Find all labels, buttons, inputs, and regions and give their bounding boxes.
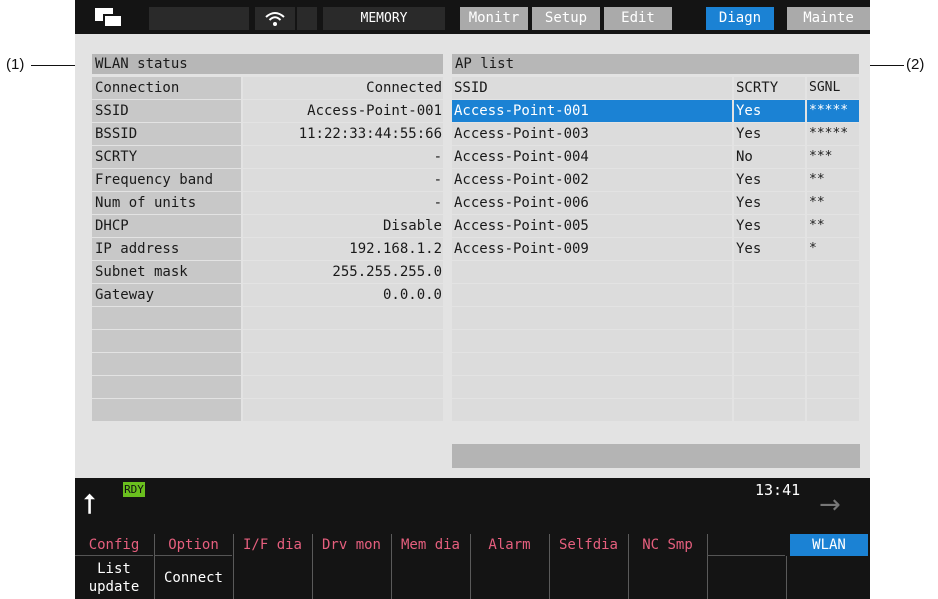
wlan-value: Access-Point-001 bbox=[243, 100, 443, 122]
softkey-empty[interactable] bbox=[391, 556, 469, 599]
wlan-label: Num of units bbox=[92, 192, 241, 214]
wlan-label: SCRTY bbox=[92, 146, 241, 168]
menu-option[interactable]: Option bbox=[154, 534, 232, 556]
wlan-value: Disable bbox=[243, 215, 443, 237]
window-switch-icon[interactable] bbox=[95, 8, 123, 28]
wlan-value: - bbox=[243, 146, 443, 168]
wlan-label: IP address bbox=[92, 238, 241, 260]
wlan-label: Subnet mask bbox=[92, 261, 241, 283]
callout-1: (1) bbox=[6, 56, 25, 73]
softkey-empty[interactable] bbox=[628, 556, 706, 599]
softkey-empty[interactable] bbox=[312, 556, 390, 599]
wlan-value: 11:22:33:44:55:66 bbox=[243, 123, 443, 145]
ap-ssid: Access-Point-009 bbox=[452, 238, 732, 260]
topbar-blank-1 bbox=[149, 7, 249, 30]
ap-ssid: Access-Point-004 bbox=[452, 146, 732, 168]
mode-display: MEMORY bbox=[323, 7, 445, 30]
ap-sgnl: *** bbox=[807, 146, 859, 168]
ap-scrty: Yes bbox=[734, 238, 805, 260]
topbar-blank-2 bbox=[297, 7, 317, 30]
menu-selfdia[interactable]: Selfdia bbox=[549, 534, 627, 556]
ap-list-title: AP list bbox=[452, 54, 859, 74]
ap-scrty: Yes bbox=[734, 192, 805, 214]
ap-scrty: Yes bbox=[734, 169, 805, 191]
list-update-button[interactable]: List update bbox=[75, 556, 153, 599]
tab-setup[interactable]: Setup bbox=[532, 7, 600, 30]
wlan-label: Connection bbox=[92, 77, 241, 99]
header-sgnl: SGNL bbox=[807, 77, 859, 99]
wlan-value: 255.255.255.0 bbox=[243, 261, 443, 283]
menu-next-arrow-icon[interactable]: → bbox=[819, 490, 841, 520]
softkey-empty[interactable] bbox=[786, 556, 864, 599]
ap-sgnl: ***** bbox=[807, 100, 859, 122]
menu-drv-mon[interactable]: Drv mon bbox=[312, 534, 390, 556]
menu-alarm[interactable]: Alarm bbox=[470, 534, 548, 556]
nc-screen: MEMORY Monitr Setup Edit Diagn Mainte WL… bbox=[75, 0, 870, 599]
wlan-value: 192.168.1.2 bbox=[243, 238, 443, 260]
ap-scrty: Yes bbox=[734, 123, 805, 145]
ap-ssid: Access-Point-001 bbox=[452, 100, 732, 122]
top-bar: MEMORY Monitr Setup Edit Diagn Mainte bbox=[75, 0, 870, 34]
ap-scrty: No bbox=[734, 146, 805, 168]
wlan-label: BSSID bbox=[92, 123, 241, 145]
ap-ssid: Access-Point-005 bbox=[452, 215, 732, 237]
ap-sgnl: ** bbox=[807, 192, 859, 214]
header-ssid: SSID bbox=[452, 77, 732, 99]
menu-if-dia[interactable]: I/F dia bbox=[233, 534, 311, 556]
menu-nc-smp[interactable]: NC Smp bbox=[628, 534, 706, 556]
ap-ssid: Access-Point-006 bbox=[452, 192, 732, 214]
wlan-status-title: WLAN status bbox=[92, 54, 443, 74]
wlan-value: - bbox=[243, 169, 443, 191]
wlan-label: Frequency band bbox=[92, 169, 241, 191]
softkey-empty[interactable] bbox=[233, 556, 311, 599]
ap-sgnl: * bbox=[807, 238, 859, 260]
ap-sgnl: ***** bbox=[807, 123, 859, 145]
tab-diagn[interactable]: Diagn bbox=[706, 7, 774, 30]
ap-ssid: Access-Point-003 bbox=[452, 123, 732, 145]
bottom-bar: ⭡ RDY 13:41 → Config Option I/F dia Drv … bbox=[75, 478, 870, 599]
connect-button[interactable]: Connect bbox=[154, 556, 232, 599]
ready-indicator: RDY bbox=[123, 482, 145, 497]
menu-empty[interactable] bbox=[707, 534, 785, 556]
ap-sgnl: ** bbox=[807, 215, 859, 237]
wlan-label: Gateway bbox=[92, 284, 241, 306]
ap-scrty: Yes bbox=[734, 215, 805, 237]
menu-config[interactable]: Config bbox=[75, 534, 153, 556]
ap-ssid: Access-Point-002 bbox=[452, 169, 732, 191]
ap-scrty: Yes bbox=[734, 100, 805, 122]
tab-edit[interactable]: Edit bbox=[604, 7, 672, 30]
softkey-empty[interactable] bbox=[549, 556, 627, 599]
wlan-label: DHCP bbox=[92, 215, 241, 237]
tab-monitr[interactable]: Monitr bbox=[460, 7, 528, 30]
softkey-empty[interactable] bbox=[707, 556, 785, 599]
ap-sgnl: ** bbox=[807, 169, 859, 191]
tab-mainte[interactable]: Mainte bbox=[787, 7, 870, 30]
callout-2: (2) bbox=[906, 56, 925, 73]
message-bar bbox=[452, 444, 860, 468]
header-scrty: SCRTY bbox=[734, 77, 805, 99]
menu-up-arrow-icon[interactable]: ⭡ bbox=[83, 490, 113, 520]
wifi-icon bbox=[255, 7, 295, 30]
wlan-label: SSID bbox=[92, 100, 241, 122]
clock: 13:41 bbox=[755, 481, 801, 499]
wlan-value: - bbox=[243, 192, 443, 214]
wlan-value: 0.0.0.0 bbox=[243, 284, 443, 306]
softkey-empty[interactable] bbox=[470, 556, 548, 599]
menu-wlan[interactable]: WLAN bbox=[790, 534, 868, 556]
wlan-value: Connected bbox=[243, 77, 443, 99]
menu-mem-dia[interactable]: Mem dia bbox=[391, 534, 469, 556]
